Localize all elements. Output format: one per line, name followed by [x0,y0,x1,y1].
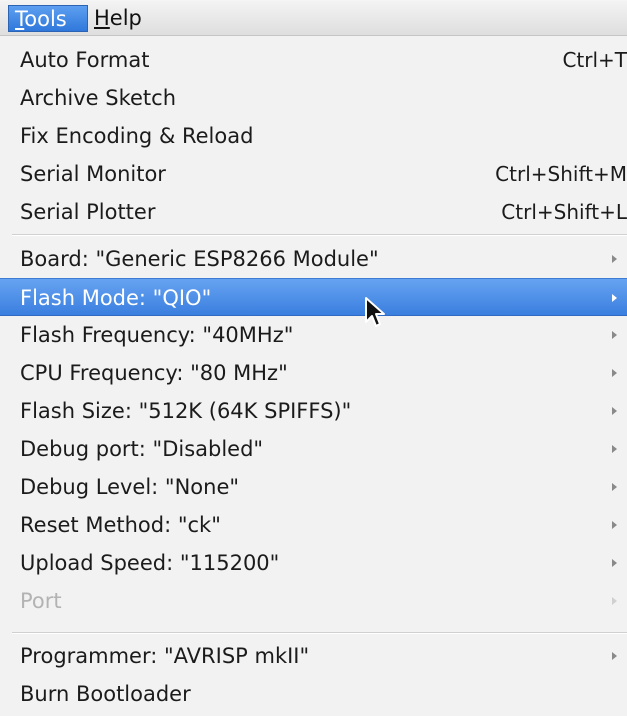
menu-item-label: Debug port: "Disabled" [20,437,264,461]
chevron-right-icon [612,294,617,302]
menu-item-label: Board: "Generic ESP8266 Module" [20,247,379,271]
menu-tools[interactable]: Tools [8,5,88,32]
chevron-right-icon [612,407,617,415]
chevron-right-icon [612,331,617,339]
menu-item-programmer[interactable]: Programmer: "AVRISP mkII" [0,637,627,675]
menu-separator [12,632,627,634]
menu-item-fix-encoding-reload[interactable]: Fix Encoding & Reload [0,117,627,155]
menu-item-label: Archive Sketch [20,86,177,110]
menu-item-flash-mode[interactable]: Flash Mode: "QIO" [0,278,627,316]
menu-item-label: Port [20,589,62,613]
menu-item-serial-monitor[interactable]: Serial Monitor Ctrl+Shift+M [0,155,627,193]
menu-item-shortcut: Ctrl+T [562,48,627,72]
menu-item-label: Debug Level: "None" [20,475,240,499]
menu-item-shortcut: Ctrl+Shift+L [501,200,627,224]
menu-item-port: Port [0,582,627,620]
menu-item-debug-level[interactable]: Debug Level: "None" [0,468,627,506]
menu-item-label: Burn Bootloader [20,682,191,706]
menu-item-upload-speed[interactable]: Upload Speed: "115200" [0,544,627,582]
menu-item-shortcut: Ctrl+Shift+M [495,162,627,186]
chevron-right-icon [612,483,617,491]
menu-item-label: Serial Monitor [20,162,166,186]
tools-dropdown-menu: Auto Format Ctrl+T Archive Sketch Fix En… [0,36,627,716]
menu-item-reset-method[interactable]: Reset Method: "ck" [0,506,627,544]
chevron-right-icon [612,597,617,605]
menu-item-label: Upload Speed: "115200" [20,551,280,575]
menu-item-label: Flash Frequency: "40MHz" [20,323,294,347]
chevron-right-icon [612,652,617,660]
menu-item-label: Flash Mode: "QIO" [20,286,212,310]
menu-item-flash-frequency[interactable]: Flash Frequency: "40MHz" [0,316,627,354]
menu-separator [12,234,627,236]
menu-item-auto-format[interactable]: Auto Format Ctrl+T [0,41,627,79]
menu-item-flash-size[interactable]: Flash Size: "512K (64K SPIFFS)" [0,392,627,430]
menu-item-label: Serial Plotter [20,200,156,224]
chevron-right-icon [612,521,617,529]
menu-tools-label: Tools [15,7,67,31]
menu-item-label: Programmer: "AVRISP mkII" [20,644,310,668]
chevron-right-icon [612,445,617,453]
menu-item-burn-bootloader[interactable]: Burn Bootloader [0,675,627,713]
menu-item-label: Fix Encoding & Reload [20,124,254,148]
mouse-pointer-icon [365,297,385,327]
arduino-ide-tools-menu: Tools Help Auto Format Ctrl+T Archive Sk… [0,0,627,716]
menu-help[interactable]: Help [88,5,148,32]
menu-bar: Tools Help [0,0,627,36]
menu-item-label: Auto Format [20,48,150,72]
menu-item-label: Flash Size: "512K (64K SPIFFS)" [20,399,352,423]
menu-item-board[interactable]: Board: "Generic ESP8266 Module" [0,240,627,278]
menu-item-archive-sketch[interactable]: Archive Sketch [0,79,627,117]
chevron-right-icon [612,255,617,263]
menu-item-label: CPU Frequency: "80 MHz" [20,361,288,385]
menu-item-label: Reset Method: "ck" [20,513,221,537]
menu-item-serial-plotter[interactable]: Serial Plotter Ctrl+Shift+L [0,193,627,231]
menu-help-label: Help [94,6,142,30]
chevron-right-icon [612,369,617,377]
menu-item-cpu-frequency[interactable]: CPU Frequency: "80 MHz" [0,354,627,392]
chevron-right-icon [612,559,617,567]
menu-item-debug-port[interactable]: Debug port: "Disabled" [0,430,627,468]
